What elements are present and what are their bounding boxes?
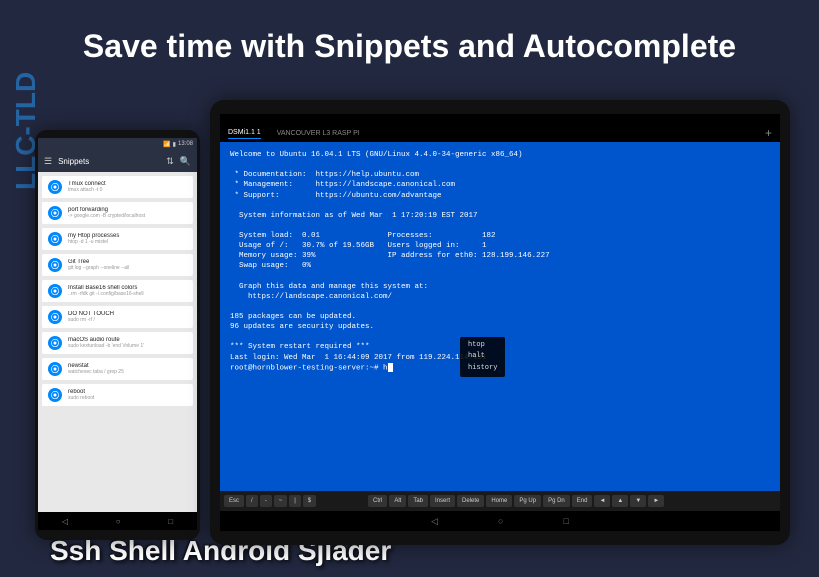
tablet-device-frame: DSMi1.1 1 VANCOUVER L3 RASP PI + Welcome t… (210, 100, 790, 545)
snippet-card[interactable]: ⦿port forwarding-> google.com -B crypted… (42, 202, 193, 224)
extra-key[interactable]: Alt (389, 495, 406, 507)
autocomplete-option[interactable]: htop (460, 340, 505, 351)
status-time: 13:08 (178, 141, 193, 147)
menu-icon[interactable]: ☰ (44, 156, 52, 167)
snippet-card[interactable]: ⦿newstatwatchexec taba / grep 25 (42, 358, 193, 380)
extra-key[interactable]: Esc (224, 495, 244, 507)
snippet-subtitle: watchexec taba / grep 25 (68, 369, 187, 375)
phone-app-header: ☰ Snippets ⇅ 🔍 (38, 150, 197, 172)
snippet-subtitle: sudo reboot (68, 395, 187, 401)
snippet-icon: ⦿ (48, 258, 62, 272)
extra-key[interactable]: - (260, 495, 272, 507)
autocomplete-option[interactable]: history (460, 363, 505, 374)
snippet-icon: ⦿ (48, 336, 62, 350)
tablet-screen: DSMi1.1 1 VANCOUVER L3 RASP PI + Welcome t… (220, 114, 780, 531)
snippet-card[interactable]: ⦿Git Treegit log --graph --oneline --all (42, 254, 193, 276)
snippet-subtitle: ..rm -rfdk git -/.config/base16-shell (68, 291, 187, 297)
extra-key[interactable]: $ (303, 495, 316, 507)
terminal-output[interactable]: Welcome to Ubuntu 16.04.1 LTS (GNU/Linux… (220, 142, 780, 491)
extra-key[interactable]: ▲ (612, 495, 628, 507)
terminal-tab[interactable]: VANCOUVER L3 RASP PI (277, 128, 360, 139)
tablet-nav-bar: ◁ ○ □ (220, 511, 780, 531)
recent-button[interactable]: □ (168, 517, 173, 526)
signal-icon: ▮ (173, 141, 176, 148)
snippet-card[interactable]: ⦿rebootsudo reboot (42, 384, 193, 406)
snippet-subtitle: tmux attach -t 0 (68, 187, 187, 193)
snippet-icon: ⦿ (48, 232, 62, 246)
extra-key[interactable]: Tab (408, 495, 428, 507)
snippet-subtitle: sudo kextunload -b 'end Volume 1' (68, 343, 187, 349)
extra-key[interactable]: ▼ (630, 495, 646, 507)
terminal-tabs: DSMi1.1 1 VANCOUVER L3 RASP PI + (220, 124, 780, 142)
extra-key[interactable]: Pg Up (514, 495, 541, 507)
snippet-subtitle: -> google.com -B crypted/localhost (68, 213, 187, 219)
phone-device-frame: 📶 ▮ 13:08 ☰ Snippets ⇅ 🔍 ⦿Tmux connecttm… (35, 130, 200, 540)
back-button[interactable]: ◁ (431, 516, 438, 527)
extra-key[interactable]: Ctrl (368, 495, 387, 507)
phone-status-bar: 📶 ▮ 13:08 (38, 138, 197, 150)
wifi-icon: 📶 (163, 141, 170, 148)
tablet-status-bar (220, 114, 780, 124)
terminal-tab[interactable]: DSMi1.1 1 (228, 127, 261, 139)
page-headline: Save time with Snippets and Autocomplete (50, 28, 769, 65)
extra-key[interactable]: Home (486, 495, 512, 507)
snippet-icon: ⦿ (48, 180, 62, 194)
extra-key[interactable]: ~ (274, 495, 288, 507)
extra-key[interactable]: Delete (457, 495, 484, 507)
phone-nav-bar: ◁ ○ □ (38, 512, 197, 530)
snippet-card[interactable]: ⦿my Htop processeshtop -d 1 -u mistel (42, 228, 193, 250)
phone-header-title: Snippets (58, 157, 160, 166)
add-tab-button[interactable]: + (765, 126, 772, 140)
extra-key[interactable]: End (572, 495, 593, 507)
snippet-subtitle: htop -d 1 -u mistel (68, 239, 187, 245)
snippet-subtitle: sudo rm -rf / (68, 317, 187, 323)
snippet-card[interactable]: ⦿DO NOT TOUCHsudo rm -rf / (42, 306, 193, 328)
extra-key[interactable]: Pg Dn (543, 495, 570, 507)
extra-keys-row: Esc/-~|$ CtrlAltTabInsertDeleteHomePg UpP… (220, 491, 780, 511)
extra-key[interactable]: ► (648, 495, 664, 507)
snippet-icon: ⦿ (48, 310, 62, 324)
extra-key[interactable]: | (289, 495, 301, 507)
autocomplete-option[interactable]: halt (460, 351, 505, 362)
extra-key[interactable]: / (246, 495, 258, 507)
extra-key[interactable]: ◄ (594, 495, 610, 507)
snippet-card[interactable]: ⦿Tmux connecttmux attach -t 0 (42, 176, 193, 198)
snippet-card[interactable]: ⦿Install Base16 shell colors..rm -rfdk g… (42, 280, 193, 302)
snippet-icon: ⦿ (48, 284, 62, 298)
snippet-icon: ⦿ (48, 206, 62, 220)
back-button[interactable]: ◁ (62, 517, 68, 526)
home-button[interactable]: ○ (498, 516, 503, 526)
snippet-card[interactable]: ⦿macOS audio routesudo kextunload -b 'en… (42, 332, 193, 354)
autocomplete-popup[interactable]: htophalthistory (460, 337, 505, 377)
cursor (388, 363, 393, 372)
snippet-subtitle: git log --graph --oneline --all (68, 265, 187, 271)
extra-key[interactable]: Insert (430, 495, 455, 507)
snippet-icon: ⦿ (48, 362, 62, 376)
sort-icon[interactable]: ⇅ (166, 156, 174, 167)
home-button[interactable]: ○ (116, 517, 121, 526)
recent-button[interactable]: □ (563, 516, 568, 526)
snippets-list[interactable]: ⦿Tmux connecttmux attach -t 0 ⦿port forwa… (38, 172, 197, 512)
phone-screen: 📶 ▮ 13:08 ☰ Snippets ⇅ 🔍 ⦿Tmux connecttm… (38, 138, 197, 530)
search-icon[interactable]: 🔍 (180, 156, 191, 167)
snippet-icon: ⦿ (48, 388, 62, 402)
